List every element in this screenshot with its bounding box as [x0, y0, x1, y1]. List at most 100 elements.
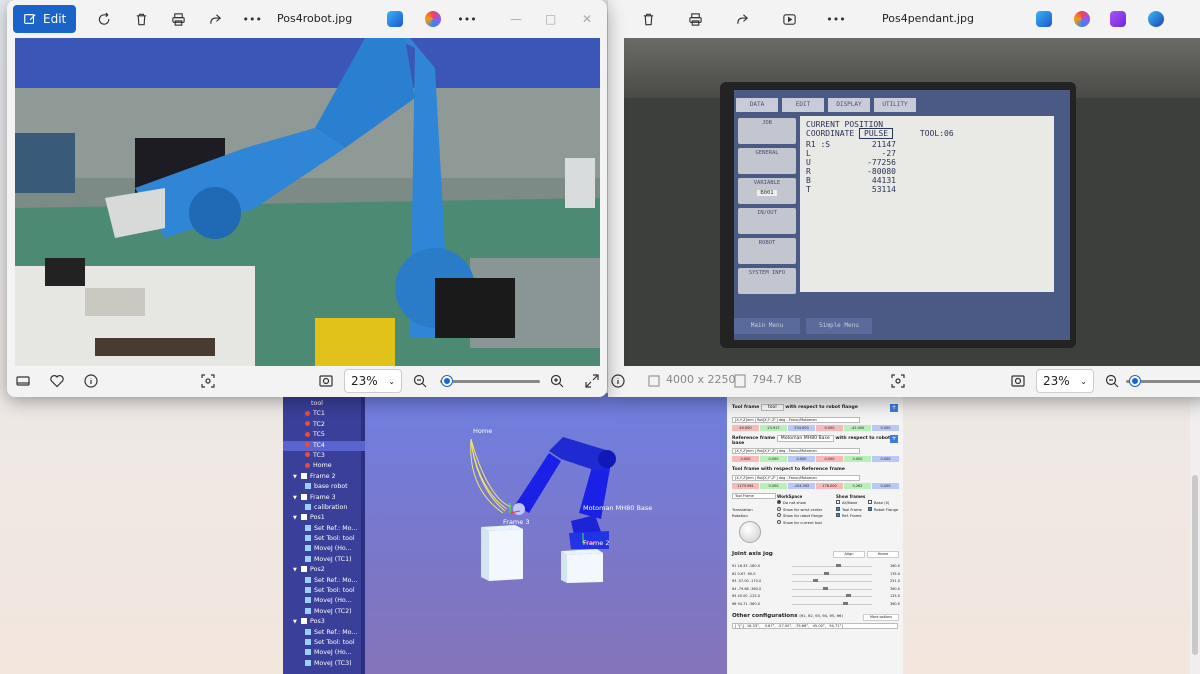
pose-value-cell[interactable]: 0.262 — [844, 483, 871, 489]
info-icon[interactable] — [83, 373, 99, 389]
tree-item[interactable]: Set Ref.: Mo... — [283, 576, 365, 586]
fullscreen-icon[interactable] — [584, 373, 600, 389]
delete-icon[interactable] — [634, 5, 662, 33]
more-icon[interactable]: ••• — [238, 5, 266, 33]
onedrive-icon[interactable] — [1148, 11, 1164, 27]
pose-value-cell[interactable]: 0.000 — [872, 483, 899, 489]
tree-item[interactable]: base robot — [283, 482, 365, 492]
show-frames-options[interactable]: All/None Base (0)Tool Frame Robot FlangeRe… — [836, 500, 902, 520]
joint-row[interactable]: θ4 -79.66 -360.0 360.0 — [732, 586, 900, 592]
tree-item[interactable]: TC4 — [283, 440, 365, 451]
tree-item[interactable]: MoveJ (Ho... — [283, 648, 365, 658]
home-button[interactable]: Home — [867, 551, 899, 558]
paint-app-icon[interactable] — [387, 11, 403, 27]
add-ref-button[interactable]: + — [890, 435, 898, 443]
share-icon[interactable] — [728, 5, 756, 33]
tree-item[interactable]: TC2 — [283, 420, 365, 430]
pose-value-cell[interactable]: 0.000 — [816, 456, 843, 462]
filmstrip-icon[interactable] — [15, 373, 31, 389]
tool-frame-select[interactable]: tool — [760, 404, 784, 411]
joint-slider[interactable] — [792, 581, 872, 582]
joint-slider[interactable] — [792, 596, 872, 597]
tree-item[interactable]: Set Tool: tool — [283, 586, 365, 596]
tree-item[interactable]: calibration — [283, 503, 365, 513]
tree-item[interactable]: TC3 — [283, 451, 365, 461]
align-button[interactable]: Align — [833, 551, 865, 558]
zoom-out-icon[interactable] — [1104, 373, 1120, 389]
ref-format-select[interactable]: [X,Y,Z]mm | Rot[X,Y',Z''] deg - Fanuc/Mo… — [732, 448, 860, 454]
tree-item[interactable]: ▼ Frame 2 — [283, 472, 365, 482]
scroll-thumb[interactable] — [1192, 475, 1198, 655]
pose-value-cell[interactable]: 178.000 — [816, 483, 843, 489]
pose-value-cell[interactable]: -104.392 — [788, 483, 815, 489]
pose-value-cell[interactable]: 0.000 — [788, 456, 815, 462]
tree-item[interactable]: ▼ Pos3 — [283, 617, 365, 627]
share-icon[interactable] — [201, 5, 229, 33]
configuration-select[interactable]: [ "j"-[ 16.33°, 0.67°, -57.00°, -79.66°,… — [732, 623, 898, 629]
pose-value-cell[interactable]: 0.000 — [732, 456, 759, 462]
zoom-slider-thumb[interactable] — [442, 376, 452, 386]
close-icon[interactable]: ✕ — [582, 12, 592, 26]
zoom-out-icon[interactable] — [412, 373, 428, 389]
joint-row[interactable]: θ1 16.33 -180.0 180.0 — [732, 563, 900, 569]
jog-frame-select[interactable]: Tool Frame — [732, 493, 776, 499]
zoom-select[interactable]: 23% ⌄ — [344, 369, 402, 393]
3d-view[interactable]: Home Frame 3 Motoman MH80 Base Frame 2 — [365, 393, 727, 674]
pose-value-cell[interactable]: 0.000 — [844, 456, 871, 462]
joint-row[interactable]: θ5 45.00 -125.0 125.0 — [732, 593, 900, 599]
video-editor-icon[interactable] — [1110, 11, 1126, 27]
favorite-icon[interactable] — [49, 373, 65, 389]
joint-slider-thumb[interactable] — [813, 579, 819, 582]
print-icon[interactable] — [681, 5, 709, 33]
pose-value-cell[interactable]: 234.000 — [788, 425, 815, 431]
tree-item[interactable]: TC5 — [283, 430, 365, 440]
pose-value-cell[interactable]: 0.000 — [872, 425, 899, 431]
zoom-slider-thumb[interactable] — [1130, 376, 1140, 386]
actual-size-icon[interactable] — [1010, 373, 1026, 389]
pose-value-cell[interactable]: 0.000 — [760, 456, 787, 462]
collapse-icon[interactable]: ▼ — [293, 617, 299, 627]
tree-item[interactable]: ▼ Pos1 — [283, 513, 365, 523]
tree-item[interactable]: MoveJ (TC3) — [283, 659, 365, 669]
pose-value-cell[interactable]: 0.000 — [816, 425, 843, 431]
joint-slider-thumb[interactable] — [835, 564, 841, 567]
more-icon[interactable]: ••• — [822, 5, 850, 33]
joint-slider[interactable] — [792, 588, 872, 590]
collapse-icon[interactable]: ▼ — [293, 513, 299, 523]
workspace-radio[interactable]: Show for current tool — [777, 519, 823, 527]
tree-item[interactable]: Home — [283, 461, 365, 471]
collapse-icon[interactable]: ▼ — [293, 472, 299, 482]
paint-app-icon[interactable] — [1036, 11, 1052, 27]
minimize-icon[interactable]: — — [510, 12, 522, 26]
jog-dial[interactable] — [739, 521, 761, 543]
pose-value-cell[interactable]: 0.000 — [760, 483, 787, 489]
joint-slider[interactable] — [792, 566, 872, 567]
robot-photo[interactable] — [15, 38, 600, 366]
more-options-button[interactable]: More options — [863, 614, 899, 621]
joint-slider[interactable] — [792, 573, 872, 575]
tree-item[interactable]: ▼ Frame 3 — [283, 493, 365, 503]
clipchamp-icon[interactable] — [1074, 11, 1090, 27]
joint-row[interactable]: θ2 0.67 -90.0 135.0 — [732, 571, 900, 577]
collapse-icon[interactable]: ▼ — [293, 565, 299, 575]
zoom-in-icon[interactable] — [549, 373, 565, 389]
clipchamp-icon[interactable] — [425, 11, 441, 27]
pose-value-cell[interactable]: 23.917 — [760, 425, 787, 431]
zoom-slider[interactable] — [440, 376, 540, 386]
tool-format-select[interactable]: [X,Y,Z]mm | Rot[X,Y',Z''] deg - Fanuc/Mo… — [732, 417, 860, 423]
tool-pose-cells[interactable]: 40.000 23.917 234.000 0.000 -42.000 0.000 — [732, 425, 899, 431]
ref-pose-cells[interactable]: 0.000 0.000 0.000 0.000 0.000 0.000 — [732, 456, 899, 462]
joint-slider[interactable] — [792, 603, 872, 605]
pose-value-cell[interactable]: 1175.961 — [732, 483, 759, 489]
ref-frame-select[interactable]: Motoman MH80 Base — [776, 435, 834, 442]
joint-slider-thumb[interactable] — [823, 586, 829, 590]
maximize-icon[interactable]: □ — [545, 12, 556, 26]
pendant-photo[interactable]: DATA EDIT DISPLAY UTILITY JOB GENERAL VARIABL… — [624, 38, 1200, 366]
info-icon[interactable] — [610, 373, 626, 389]
tree-item[interactable]: MoveJ (TC1) — [283, 555, 365, 565]
actual-size-icon[interactable] — [318, 373, 334, 389]
joint-row[interactable]: θ6 94.71 -360.0 360.0 — [732, 601, 900, 607]
joint-row[interactable]: θ3 -57.00 -170.0 251.0 — [732, 578, 900, 584]
zoom-select[interactable]: 23% ⌄ — [1036, 369, 1094, 393]
tool-ref-format-select[interactable]: [X,Y,Z]mm | Rot[X,Y',Z''] deg - Fanuc/Mo… — [732, 475, 860, 481]
